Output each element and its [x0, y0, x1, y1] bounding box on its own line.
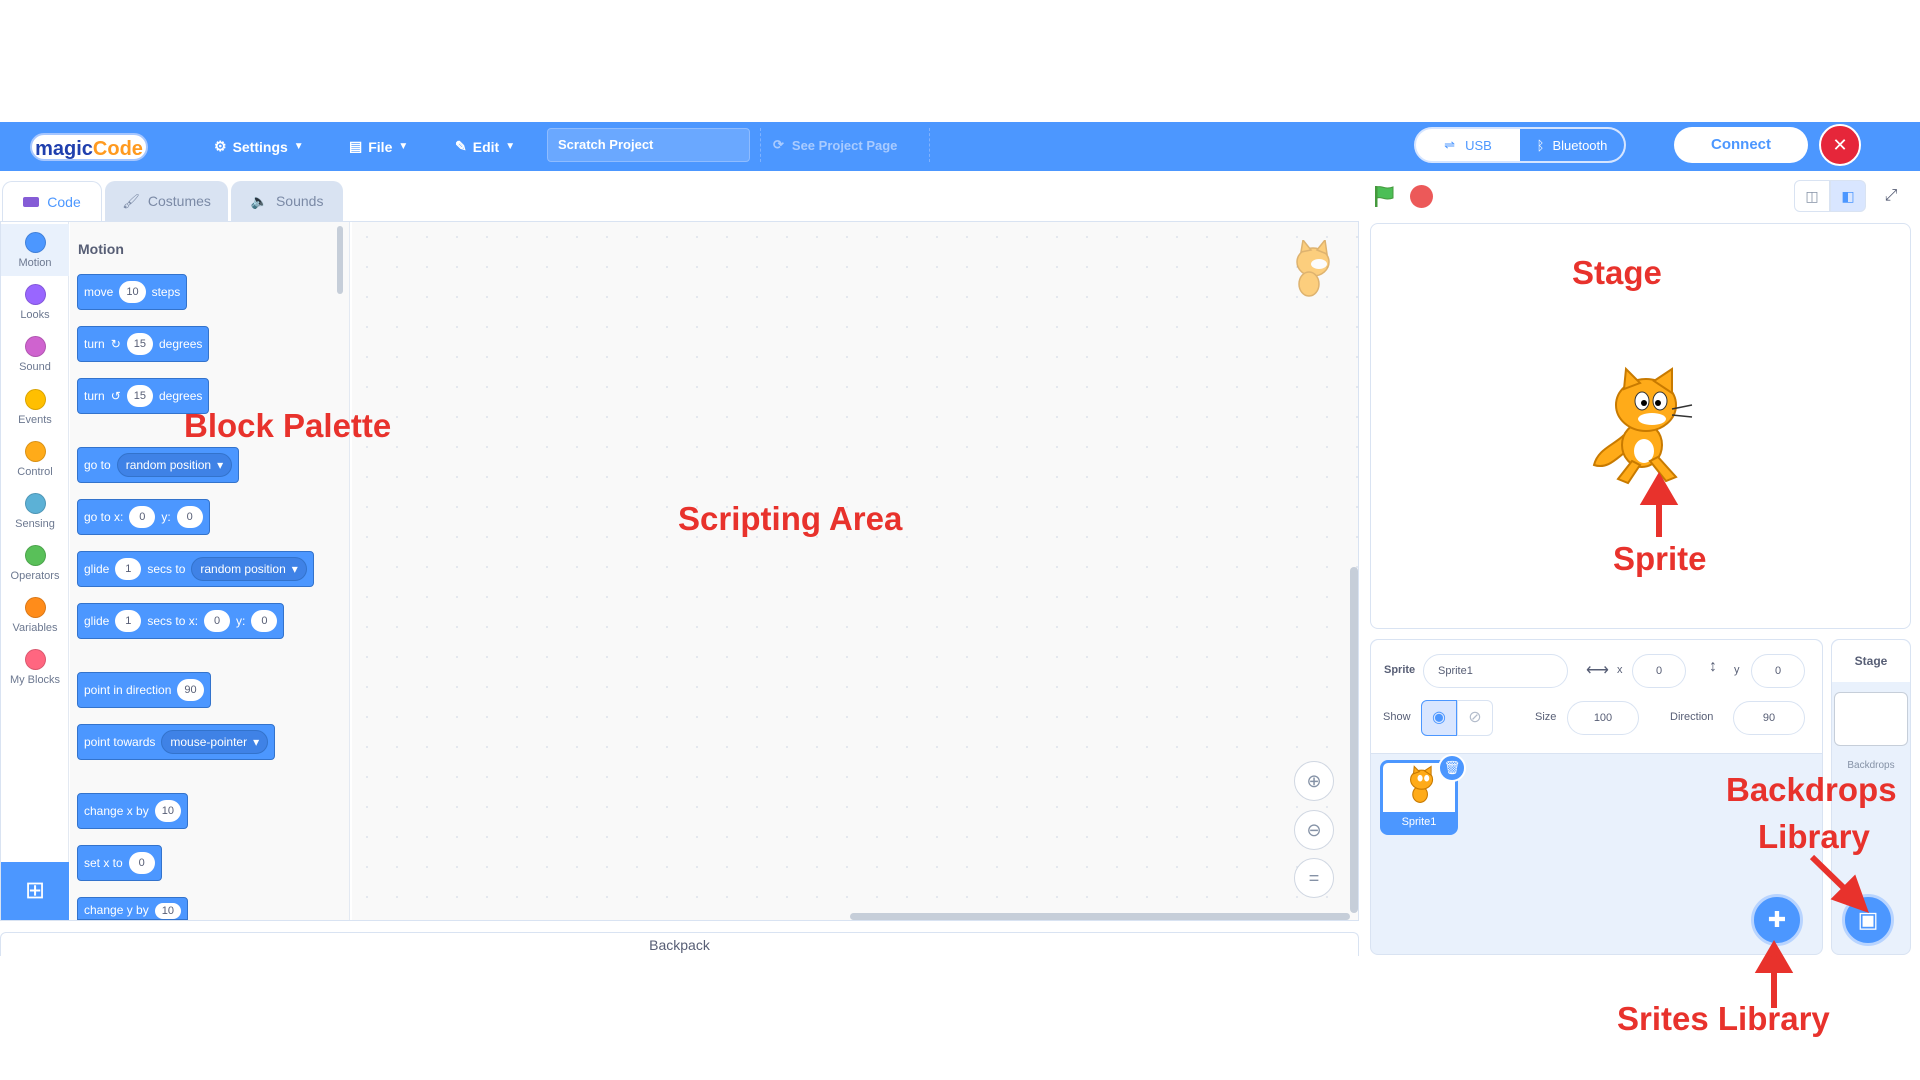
sprites-library-arrow [1754, 940, 1794, 1008]
annotation-arrows [1639, 472, 1869, 1008]
sprite-arrow [1639, 472, 1679, 537]
backdrops-library-arrow [1809, 854, 1869, 913]
scratch-editor: magicCode ⚙ Settings ▼ ▤ File ▼ ✎ Edit ▼… [0, 0, 1920, 1080]
